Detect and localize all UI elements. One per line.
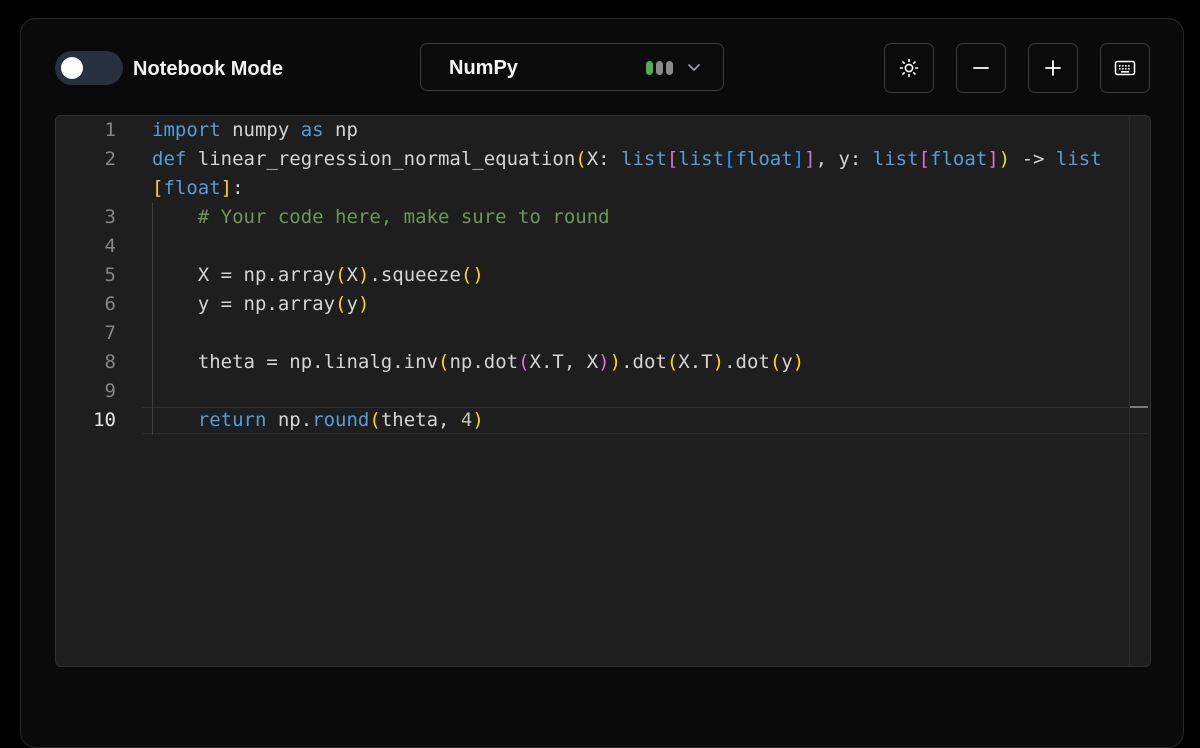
line-number: 1 xyxy=(104,119,116,141)
sun-icon xyxy=(899,58,919,78)
chevron-down-icon xyxy=(688,64,700,71)
keyboard-icon xyxy=(1114,60,1136,76)
line-number: 4 xyxy=(104,235,116,257)
code-panel: Notebook Mode NumPy 1 2 3 4 5 6 7 8 9 10… xyxy=(20,18,1184,748)
theme-toggle-button[interactable] xyxy=(884,43,934,93)
plus-icon xyxy=(1045,60,1061,76)
zoom-in-button[interactable] xyxy=(1028,43,1078,93)
code-line: X = np.array(X).squeeze() xyxy=(152,264,484,286)
code-line: # Your code here, make sure to round xyxy=(197,206,610,228)
indent-guide xyxy=(152,203,153,435)
editor-scrollbar[interactable] xyxy=(1129,116,1130,666)
line-number-active: 10 xyxy=(93,409,116,431)
zoom-out-button[interactable] xyxy=(956,43,1006,93)
status-pill xyxy=(646,61,653,75)
line-number-gutter: 1 2 3 4 5 6 7 8 9 10 xyxy=(56,116,142,666)
code-line: theta = np.linalg.inv(np.dot(X.T, X)).do… xyxy=(152,351,805,373)
line-number: 2 xyxy=(104,148,116,170)
line-number: 5 xyxy=(104,264,116,286)
code-line: y = np.array(y) xyxy=(152,293,370,315)
minus-icon xyxy=(973,67,989,69)
code-editor[interactable]: 1 2 3 4 5 6 7 8 9 10 import numpy as np … xyxy=(55,115,1151,667)
line-number: 3 xyxy=(104,206,116,228)
language-select[interactable]: NumPy xyxy=(420,43,724,91)
toggle-knob xyxy=(61,57,83,79)
notebook-mode-label: Notebook Mode xyxy=(133,58,283,80)
status-pill xyxy=(656,61,663,75)
language-select-value: NumPy xyxy=(449,57,518,79)
code-line: [float]: xyxy=(152,177,244,199)
line-number: 8 xyxy=(104,351,116,373)
scrollbar-cursor-marker xyxy=(1130,406,1148,408)
line-number: 9 xyxy=(104,380,116,402)
line-number: 6 xyxy=(104,293,116,315)
code-line: import numpy as np xyxy=(152,119,358,141)
keyboard-shortcuts-button[interactable] xyxy=(1100,43,1150,93)
notebook-mode-toggle[interactable] xyxy=(55,51,123,85)
code-line: return np.round(theta, 4) xyxy=(197,409,484,431)
code-line: def linear_regression_normal_equation(X:… xyxy=(152,148,1102,170)
line-number: 7 xyxy=(104,322,116,344)
status-pill xyxy=(666,61,673,75)
